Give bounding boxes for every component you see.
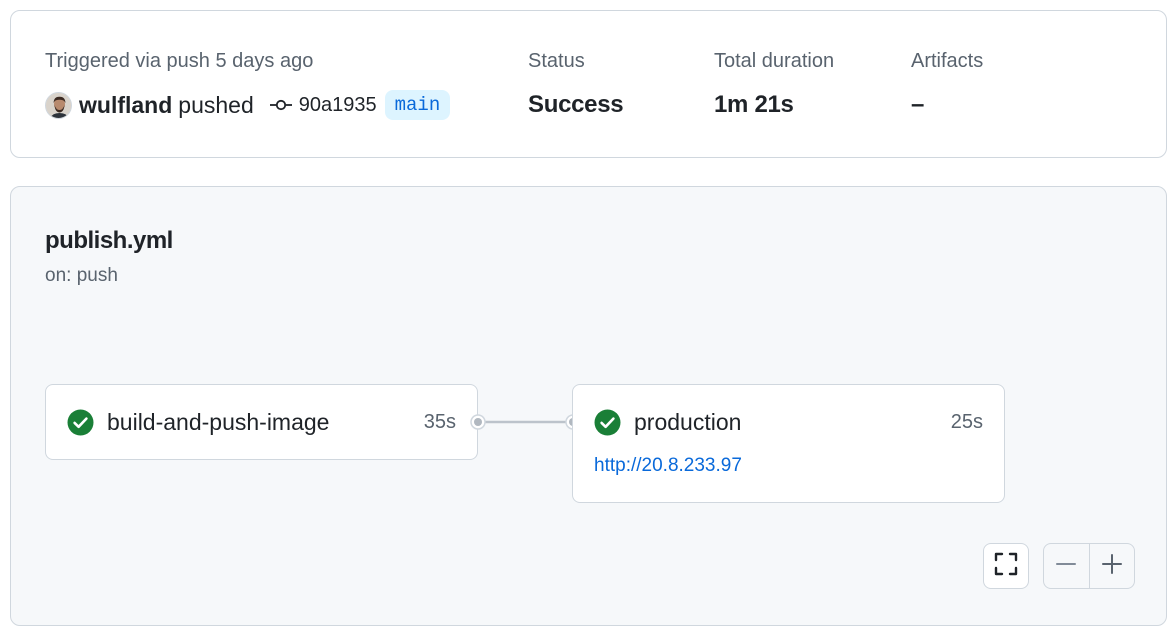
actor-link[interactable]: wulfland [79,92,172,119]
trigger-details: wulfland pushed 90a1935 main [45,88,451,122]
check-circle-icon [594,409,621,436]
job-card-build-and-push-image[interactable]: build-and-push-image 35s [45,384,478,460]
artifacts-label: Artifacts [911,50,984,72]
environment-url-link[interactable]: http://20.8.233.97 [594,455,742,477]
job-connector [470,414,581,430]
avatar[interactable] [45,91,72,119]
fullscreen-button[interactable] [983,543,1029,589]
job-name[interactable]: production [634,409,951,436]
minus-icon [1056,554,1077,579]
job-duration: 35s [423,410,456,433]
artifacts-section: Artifacts – [911,49,983,120]
zoom-controls [1043,543,1135,589]
duration-value: 1m 21s [714,91,794,118]
job-header: production 25s [594,405,983,439]
workflow-trigger: on: push [45,265,118,286]
job-name[interactable]: build-and-push-image [107,409,424,436]
status-label: Status [528,50,585,72]
artifacts-value: – [911,91,925,118]
zoom-in-button[interactable] [1089,544,1134,588]
status-value: Success [528,91,624,118]
action-text: pushed [178,91,254,118]
zoom-out-button[interactable] [1044,544,1089,588]
trigger-section: Triggered via push 5 days ago wulfland p… [45,49,451,122]
fullscreen-icon [994,552,1018,581]
run-summary-card: Triggered via push 5 days ago wulfland p… [10,10,1167,158]
job-header: build-and-push-image 35s [67,405,456,439]
workflow-file-name[interactable]: publish.yml [45,227,173,255]
git-commit-icon [269,98,292,112]
check-circle-icon [67,409,94,436]
job-card-production[interactable]: production 25s http://20.8.233.97 [572,384,1005,503]
commit-sha-link[interactable]: 90a1935 [299,94,377,117]
trigger-label: Triggered via push 5 days ago [45,50,314,72]
job-duration: 25s [950,410,983,433]
duration-label: Total duration [714,50,835,72]
status-section: Status Success [528,49,624,120]
branch-label[interactable]: main [384,90,451,120]
plus-icon [1101,553,1122,579]
duration-section: Total duration 1m 21s [714,49,834,120]
workflow-graph: publish.yml on: push build-and-push-imag… [10,186,1167,626]
